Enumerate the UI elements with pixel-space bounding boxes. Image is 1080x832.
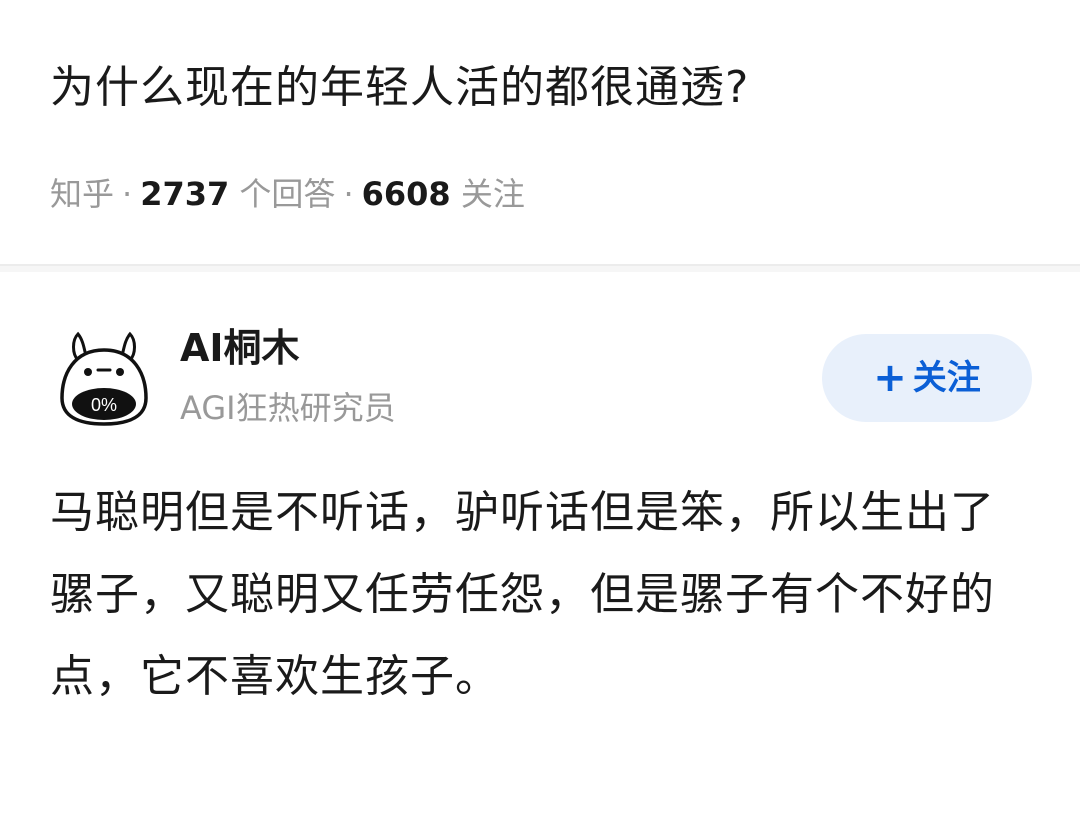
follow-button-label: 关注 [912, 358, 981, 398]
question-header: 为什么现在的年轻人活的都很通透? 知乎 · 2737 个回答 · 6608 关注 [0, 0, 1080, 266]
answer-content[interactable]: 马聪明但是不听话，驴听话但是笨，所以生出了骡子，又聪明又任劳任怨，但是骡子有个不… [50, 472, 1035, 718]
zhihu-page: 为什么现在的年轻人活的都很通透? 知乎·2737 个回答·6608 关注 [0, 0, 1080, 832]
answer-card: 0% AI桐木 AGI狂热研究员 + 关注 马聪明但是不听话，驴听话但是笨，所以生… [0, 272, 1080, 832]
author-name[interactable]: AI桐木 [180, 320, 300, 376]
follower-count-label: 关注 [460, 175, 525, 213]
source-label: 知乎 [50, 175, 115, 213]
answer-count: 2737 [140, 175, 230, 213]
follow-button[interactable]: + 关注 [822, 334, 1032, 422]
meta-separator: · [343, 175, 354, 213]
follower-count: 6608 [361, 175, 451, 213]
question-meta: 知乎 · 2737 个回答 · 6608 关注 [50, 170, 525, 218]
totoro-avatar-icon: 0% [60, 331, 148, 426]
question-title[interactable]: 为什么现在的年轻人活的都很通透? [50, 56, 749, 120]
author-bio: AGI狂热研究员 [180, 389, 396, 427]
avatar-badge-text: 0% [91, 395, 117, 415]
author-avatar[interactable]: 0% [58, 328, 150, 428]
answer-count-label: 个回答 [239, 175, 336, 213]
meta-separator: · [122, 175, 133, 213]
plus-icon: + [873, 355, 907, 401]
